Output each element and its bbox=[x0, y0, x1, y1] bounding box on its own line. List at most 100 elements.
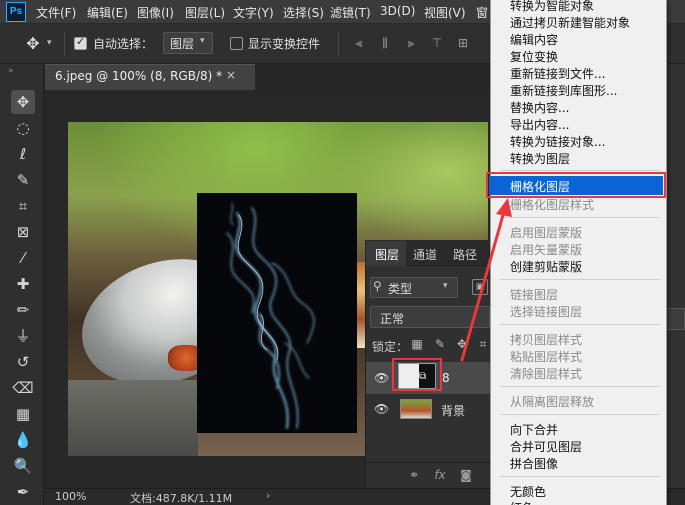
photoshop-logo-icon: Ps bbox=[6, 2, 26, 22]
align-right-icon[interactable]: ⫸ bbox=[404, 36, 418, 50]
brush-tool-icon[interactable]: ✏ bbox=[11, 298, 35, 322]
align-hcenter-icon[interactable]: ⫼ bbox=[378, 36, 392, 50]
menu-item-release-from-isolation[interactable]: 从隔离图层释放 bbox=[510, 393, 594, 410]
panel-collapse-icon[interactable]: » bbox=[8, 66, 14, 76]
menu-item-convert-to-layers[interactable]: 转换为图层 bbox=[510, 150, 570, 167]
lock-artboard-icon[interactable]: ⌗ bbox=[476, 337, 490, 351]
menu-separator bbox=[500, 170, 660, 171]
frame-tool-icon[interactable]: ⊠ bbox=[11, 220, 35, 244]
blend-mode-value: 正常 bbox=[380, 312, 405, 326]
menu-item-paste-layer-style[interactable]: 粘贴图层样式 bbox=[510, 348, 582, 365]
menu-item-export-contents[interactable]: 导出内容... bbox=[510, 116, 569, 133]
menu-item-convert-to-linked[interactable]: 转换为链接对象... bbox=[510, 133, 605, 150]
lock-position-icon[interactable]: ✥ bbox=[455, 337, 469, 351]
menu-item-clear-layer-style[interactable]: 清除图层样式 bbox=[510, 365, 582, 382]
menu-filter[interactable]: 滤镜(T) bbox=[330, 4, 371, 21]
chevron-right-icon[interactable]: › bbox=[266, 489, 270, 502]
menu-type[interactable]: 文字(Y) bbox=[233, 4, 274, 21]
menu-item-convert-smart-object[interactable]: 转换为智能对象 bbox=[510, 0, 594, 14]
lasso-tool-icon[interactable]: ℓ bbox=[11, 142, 35, 166]
close-icon[interactable]: × bbox=[226, 68, 236, 82]
lock-pixels-icon[interactable]: ✎ bbox=[433, 337, 447, 351]
healing-brush-tool-icon[interactable]: ✚ bbox=[11, 272, 35, 296]
marquee-tool-icon[interactable]: ◌ bbox=[11, 116, 35, 140]
menu-item-rasterize-layer-style[interactable]: 栅格化图层样式 bbox=[510, 196, 594, 213]
menu-image[interactable]: 图像(I) bbox=[137, 4, 174, 21]
quick-select-tool-icon[interactable]: ✎ bbox=[11, 168, 35, 192]
document-tab-label: 6.jpeg @ 100% (8, RGB/8) * bbox=[55, 69, 223, 83]
fx-icon[interactable]: fx bbox=[432, 467, 448, 483]
menu-item-no-color[interactable]: 无颜色 bbox=[510, 483, 546, 500]
tab-paths[interactable]: 路径 bbox=[453, 246, 477, 263]
menu-item-new-smart-object-via-copy[interactable]: 通过拷贝新建智能对象 bbox=[510, 14, 630, 31]
move-tool-icon[interactable]: ✥ bbox=[24, 35, 42, 53]
lock-label: 锁定： bbox=[372, 340, 409, 354]
eyedropper-tool-icon[interactable]: ⁄ bbox=[11, 246, 35, 270]
smoke-graphic bbox=[226, 202, 315, 430]
crop-tool-icon[interactable]: ⌗ bbox=[11, 194, 35, 218]
menu-item-select-linked-layers[interactable]: 选择链接图层 bbox=[510, 303, 582, 320]
align-vcenter-icon[interactable]: ⊞ bbox=[456, 36, 470, 50]
search-icon: ⚲ bbox=[373, 279, 382, 293]
menu-edit[interactable]: 编辑(E) bbox=[87, 4, 128, 21]
menu-item-link-layers[interactable]: 链接图层 bbox=[510, 286, 558, 303]
menu-item-merge-visible[interactable]: 合并可见图层 bbox=[510, 438, 582, 455]
eraser-tool-icon[interactable]: ⌫ bbox=[11, 376, 35, 400]
gradient-tool-icon[interactable]: ▦ bbox=[11, 402, 35, 426]
menu-item-relink-to-library[interactable]: 重新链接到库图形... bbox=[510, 82, 617, 99]
menu-separator bbox=[500, 386, 660, 387]
menu-item-create-clipping-mask[interactable]: 创建剪贴蒙版 bbox=[510, 258, 582, 275]
menu-item-red[interactable]: 红色 bbox=[510, 499, 534, 505]
layer-name: 背景 bbox=[441, 404, 466, 418]
tab-channels[interactable]: 通道 bbox=[413, 246, 437, 263]
annotation-highlight-box bbox=[392, 358, 442, 391]
menu-item-enable-vector-mask[interactable]: 启用矢量蒙版 bbox=[510, 241, 582, 258]
divider bbox=[64, 32, 65, 56]
visibility-eye-icon[interactable]: 👁 bbox=[374, 402, 389, 416]
image-filter-icon[interactable]: ▣ bbox=[472, 279, 488, 295]
menu-file[interactable]: 文件(F) bbox=[36, 4, 76, 21]
menu-3d[interactable]: 3D(D) bbox=[380, 4, 415, 18]
menu-separator bbox=[500, 279, 660, 280]
tab-layers-label: 图层 bbox=[375, 248, 400, 262]
stamp-tool-icon[interactable]: ⏚ bbox=[11, 324, 35, 348]
menu-item-replace-contents[interactable]: 替换内容... bbox=[510, 99, 569, 116]
show-transform-label: 显示变换控件 bbox=[248, 37, 321, 51]
image-table bbox=[68, 380, 198, 456]
blur-tool-icon[interactable]: 💧 bbox=[11, 428, 35, 452]
menu-item-copy-layer-style[interactable]: 拷贝图层样式 bbox=[510, 331, 582, 348]
menu-view[interactable]: 视图(V) bbox=[424, 4, 466, 21]
menu-item-relink-to-file[interactable]: 重新链接到文件... bbox=[510, 65, 605, 82]
layer-filter-label: 类型 bbox=[388, 282, 413, 296]
menu-select[interactable]: 选择(S) bbox=[283, 4, 324, 21]
layer-name: 8 bbox=[442, 371, 450, 385]
link-layers-icon[interactable]: ⚭ bbox=[406, 467, 422, 483]
auto-select-label: 自动选择： bbox=[93, 37, 154, 51]
layer-thumbnail bbox=[400, 399, 432, 419]
menu-item-merge-down[interactable]: 向下合并 bbox=[510, 421, 558, 438]
history-brush-tool-icon[interactable]: ↺ bbox=[11, 350, 35, 374]
menu-item-edit-contents[interactable]: 编辑内容 bbox=[510, 31, 558, 48]
menu-item-reset-transform[interactable]: 复位变换 bbox=[510, 48, 558, 65]
dodge-tool-icon[interactable]: 🔍 bbox=[11, 454, 35, 478]
visibility-eye-icon[interactable]: 👁 bbox=[374, 371, 389, 385]
pen-tool-icon[interactable]: ✒ bbox=[11, 480, 35, 504]
move-tool-icon[interactable]: ✥ bbox=[11, 90, 35, 114]
menu-item-enable-layer-mask[interactable]: 启用图层蒙版 bbox=[510, 224, 582, 241]
zoom-level[interactable]: 100% bbox=[55, 490, 86, 503]
tool-preset-chevron-icon[interactable]: ▾ bbox=[47, 38, 52, 48]
divider bbox=[338, 32, 339, 56]
menu-layer[interactable]: 图层(L) bbox=[185, 4, 225, 21]
add-mask-icon[interactable]: ◙ bbox=[458, 467, 474, 483]
lock-transparent-icon[interactable]: ▦ bbox=[410, 337, 424, 351]
menu-window[interactable]: 窗 bbox=[476, 4, 488, 21]
document-size: 文档:487.8K/1.11M bbox=[130, 492, 233, 505]
align-left-icon[interactable]: ⫷ bbox=[352, 36, 366, 50]
smoke-layer-image[interactable] bbox=[197, 193, 357, 433]
align-top-icon[interactable]: ⊤ bbox=[430, 36, 444, 50]
menu-separator bbox=[500, 217, 660, 218]
chevron-down-icon: ▾ bbox=[200, 36, 205, 46]
menu-item-flatten-image[interactable]: 拼合图像 bbox=[510, 455, 558, 472]
auto-select-checkbox[interactable] bbox=[74, 35, 87, 50]
show-transform-checkbox[interactable] bbox=[230, 37, 243, 50]
